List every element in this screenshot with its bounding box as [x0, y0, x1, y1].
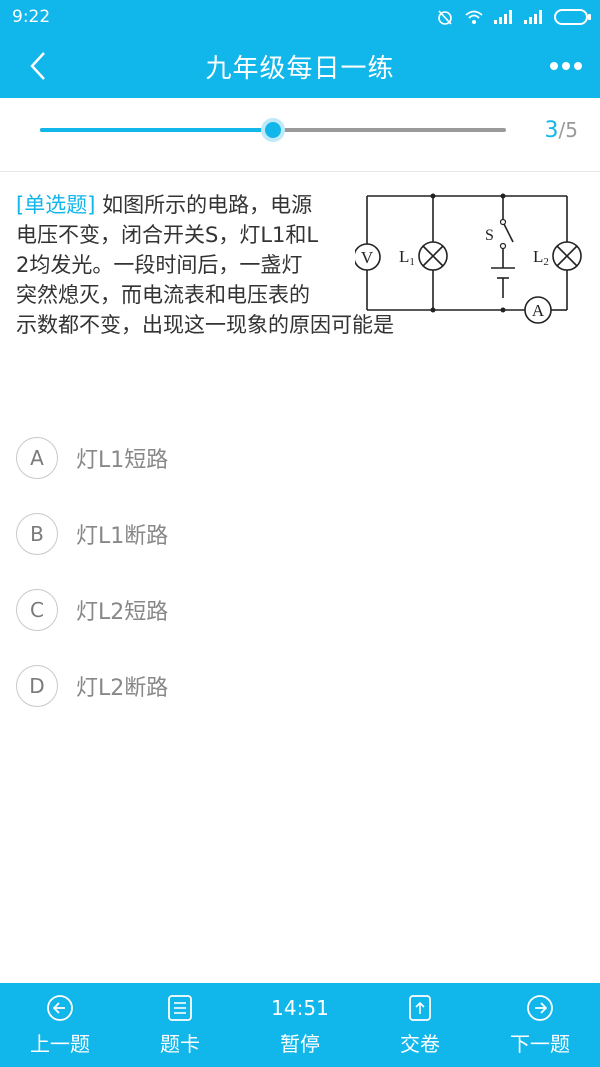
answer-card-button[interactable]: 题卡: [120, 983, 240, 1067]
status-time: 9:22: [12, 7, 51, 27]
wifi-icon: [465, 10, 483, 24]
option-d[interactable]: D 灯L2断路: [16, 648, 576, 724]
grid-card-icon: [168, 994, 192, 1021]
bottom-toolbar: 上一题 题卡 14:51 暂停 交卷 下一题: [0, 983, 600, 1067]
nav-bar: 九年级每日一练: [0, 34, 600, 98]
question-counter: 3/5: [545, 118, 578, 143]
option-text: 灯L2短路: [76, 600, 169, 625]
back-button[interactable]: [18, 46, 58, 86]
page-title: 九年级每日一练: [205, 53, 395, 84]
more-dots-icon: [550, 62, 582, 70]
status-bar: 9:22: [0, 0, 600, 34]
switch-label: S: [485, 227, 494, 244]
option-text: 灯L1断路: [76, 524, 169, 549]
option-letter: C: [16, 589, 58, 631]
more-button[interactable]: [546, 46, 586, 86]
answer-card-label: 题卡: [160, 1031, 200, 1056]
progress-slider[interactable]: [40, 118, 506, 142]
signal-icon-2: [524, 10, 542, 24]
timer: 14:51: [271, 995, 329, 1020]
alarm-off-icon: [438, 10, 452, 25]
circuit-diagram: V L1 S L2 A: [355, 193, 582, 324]
option-a[interactable]: A 灯L1短路: [16, 420, 576, 496]
option-letter: A: [16, 437, 58, 479]
prev-question-button[interactable]: 上一题: [0, 983, 120, 1067]
progress-row: 3/5: [0, 98, 600, 172]
status-icons: [436, 8, 591, 26]
current-question: 3: [544, 118, 559, 143]
svg-text:V: V: [361, 248, 374, 267]
svg-text:L1: L1: [399, 247, 415, 268]
progress-fill: [40, 128, 273, 132]
chevron-left-icon: [30, 52, 45, 80]
svg-text:A: A: [532, 301, 545, 320]
arrow-right-circle-icon: [527, 994, 553, 1021]
next-question-button[interactable]: 下一题: [480, 983, 600, 1067]
progress-thumb[interactable]: [261, 118, 285, 142]
next-question-label: 下一题: [510, 1031, 570, 1056]
option-letter: D: [16, 665, 58, 707]
pause-label: 暂停: [280, 1031, 320, 1056]
submit-label: 交卷: [400, 1031, 440, 1056]
prev-question-label: 上一题: [30, 1031, 90, 1056]
total-questions: 5: [565, 118, 578, 142]
submit-paper-icon: [409, 994, 431, 1021]
battery-icon: [554, 9, 591, 25]
option-text: 灯L1短路: [76, 448, 169, 473]
option-c[interactable]: C 灯L2短路: [16, 572, 576, 648]
signal-icon: [494, 10, 512, 24]
arrow-left-circle-icon: [47, 994, 73, 1021]
question-type-tag: [单选题]: [16, 193, 96, 217]
answer-options: A 灯L1短路 B 灯L1断路 C 灯L2短路 D 灯L2断路: [16, 420, 576, 724]
pause-button[interactable]: 14:51 暂停: [240, 983, 360, 1067]
voltmeter-symbol: V: [355, 243, 381, 271]
option-b[interactable]: B 灯L1断路: [16, 496, 576, 572]
option-text: 灯L2断路: [76, 676, 169, 701]
top-bar: 9:22 九年级每日一练: [0, 0, 600, 98]
option-letter: B: [16, 513, 58, 555]
lamp-l1-symbol: L1: [399, 241, 448, 271]
svg-text:L2: L2: [533, 247, 549, 268]
ammeter-symbol: A: [524, 296, 552, 324]
lamp-l2-symbol: L2: [533, 241, 582, 271]
submit-button[interactable]: 交卷: [360, 983, 480, 1067]
